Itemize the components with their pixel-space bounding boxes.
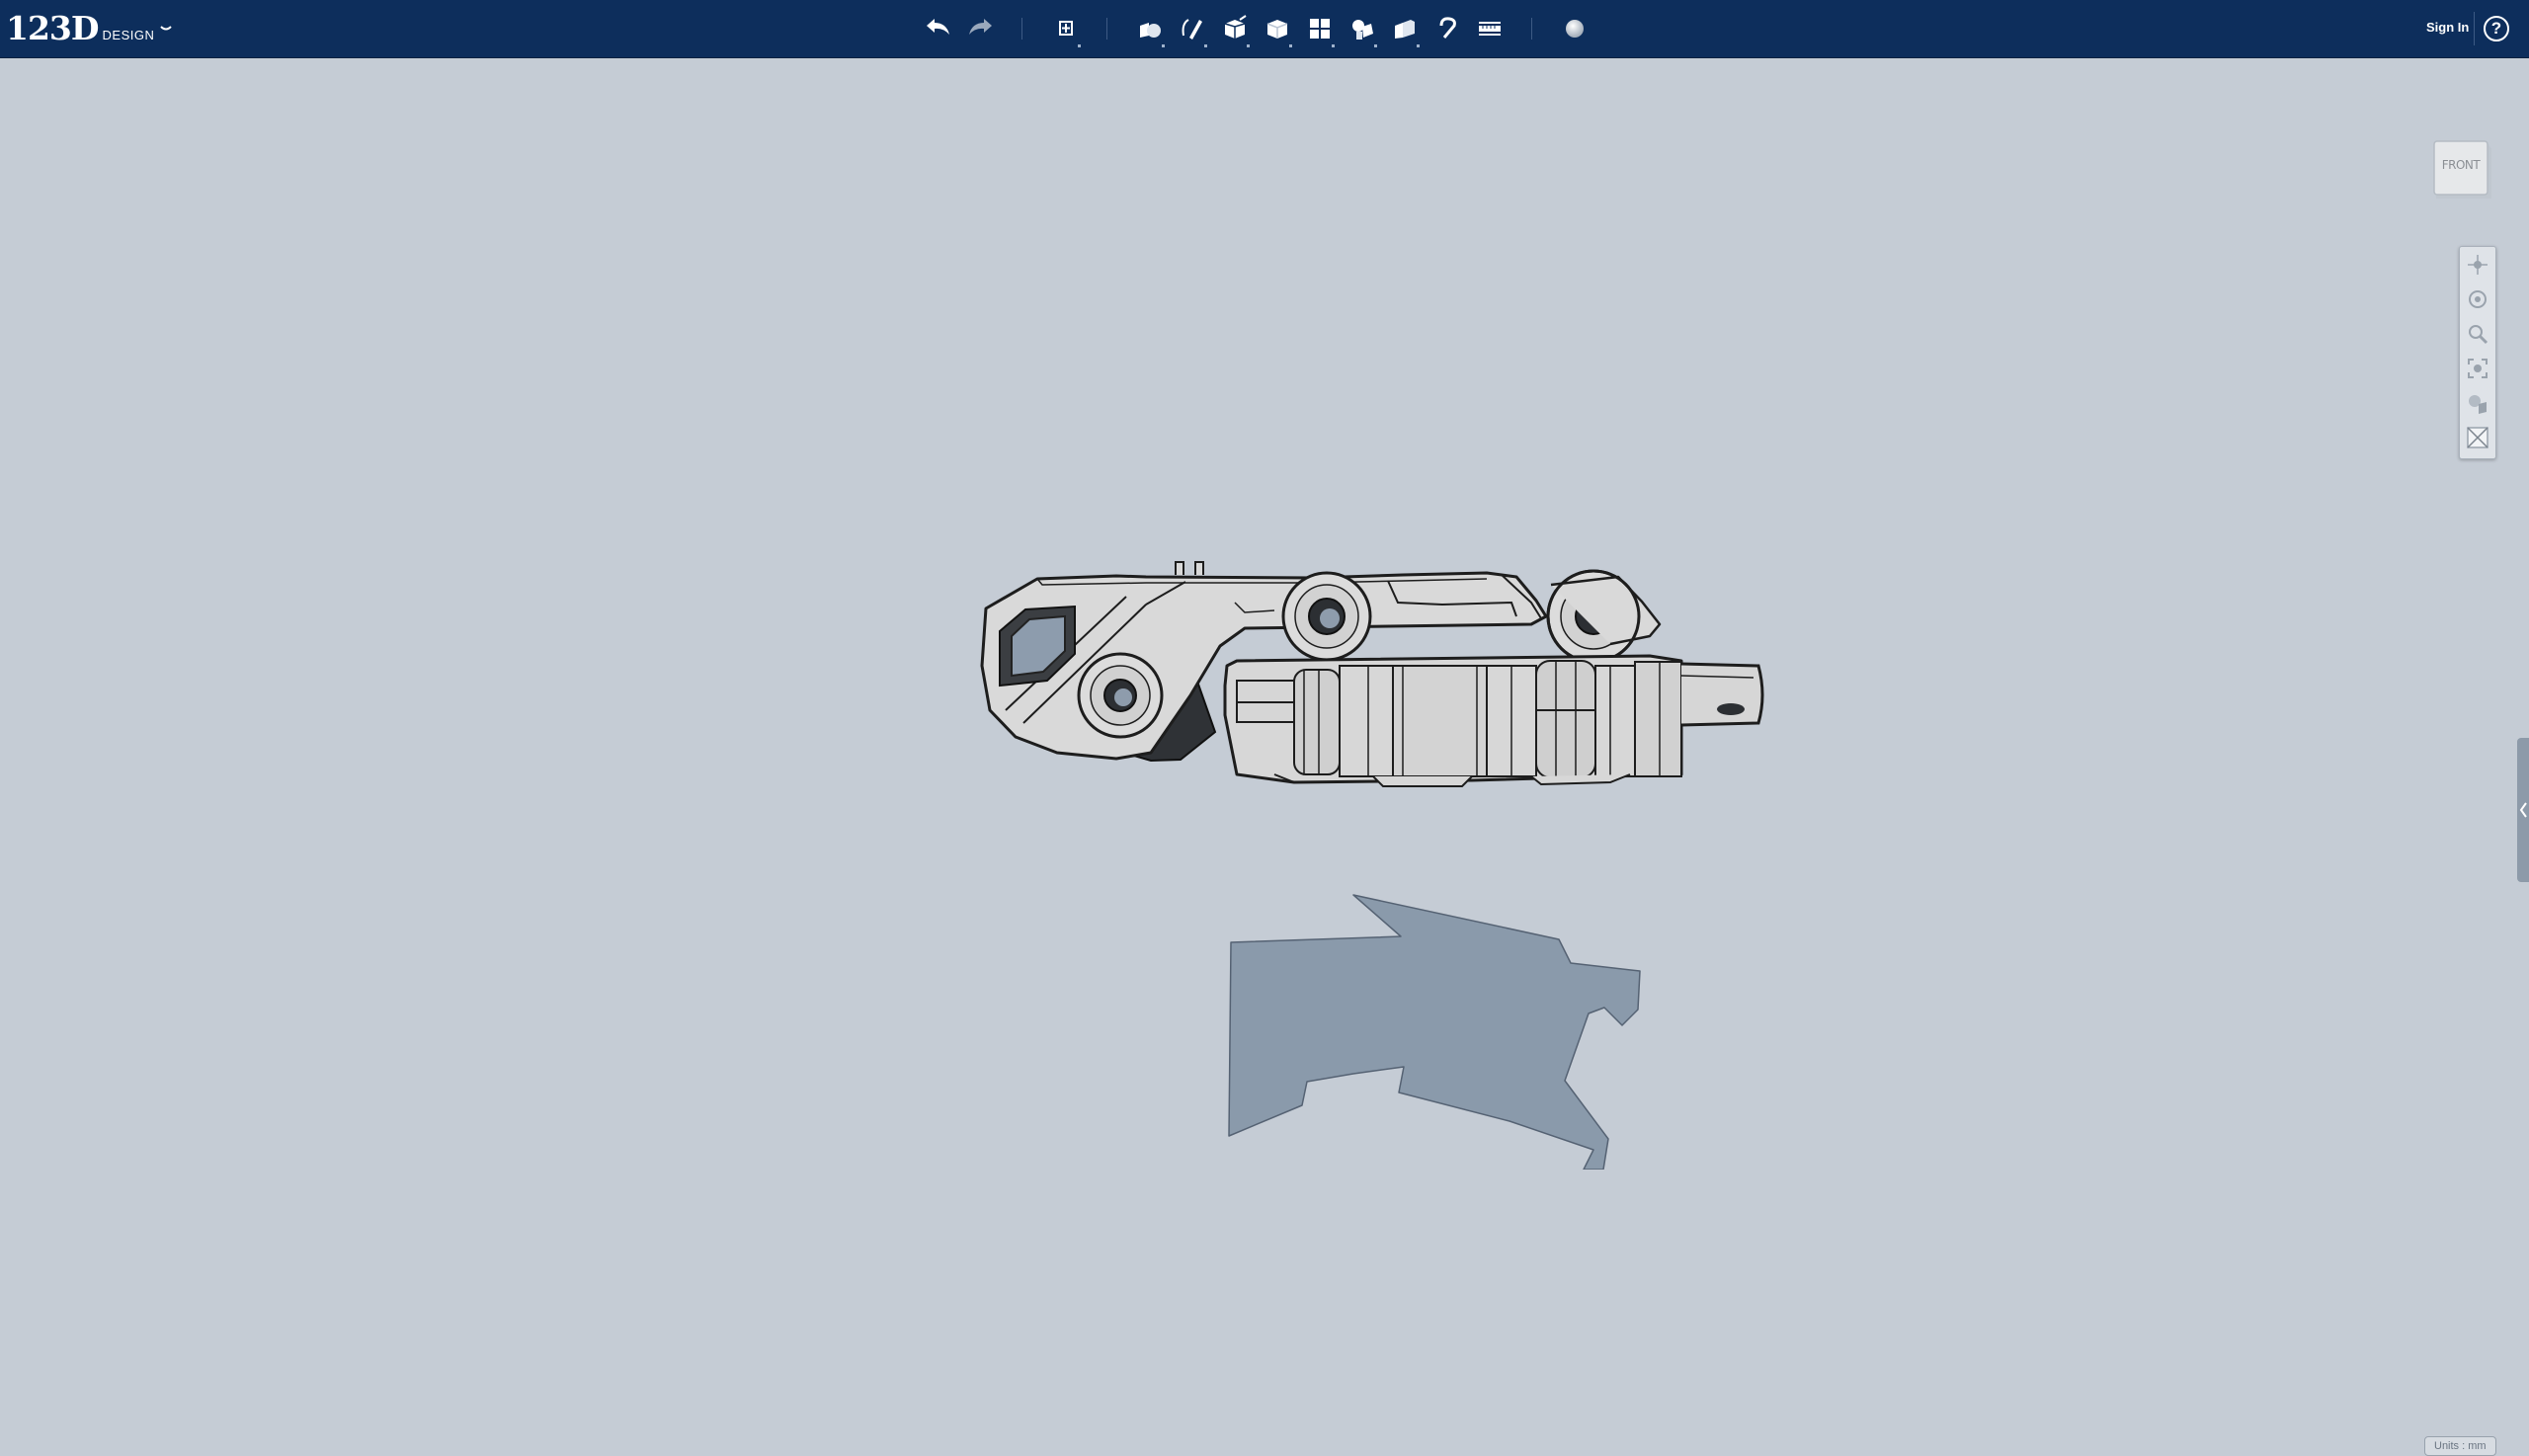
submenu-indicator <box>1078 44 1081 47</box>
measure-button[interactable] <box>1473 12 1507 45</box>
view-mode-icon <box>2469 394 2487 414</box>
submenu-indicator <box>1204 44 1207 47</box>
orbit-button[interactable] <box>2460 282 2495 316</box>
3d-viewport[interactable]: FRONT Units: mm <box>0 58 2529 1456</box>
help-icon: ? <box>2490 19 2502 38</box>
submenu-indicator <box>1289 44 1292 47</box>
submenu-indicator <box>1417 44 1420 47</box>
help-button[interactable]: ? <box>2484 16 2509 41</box>
pattern-icon <box>1310 19 1330 39</box>
view-mode-button[interactable] <box>2460 385 2495 420</box>
grid-toggle-button[interactable] <box>2460 420 2495 454</box>
material-button[interactable] <box>1558 12 1591 45</box>
grouping-icon <box>1352 20 1373 40</box>
modify-button[interactable] <box>1261 12 1294 47</box>
side-panel-toggle[interactable] <box>2517 738 2529 882</box>
transform-icon <box>1059 21 1073 36</box>
zoom-button[interactable] <box>2460 316 2495 351</box>
grid-toggle-icon <box>2467 426 2488 448</box>
redo-button[interactable] <box>964 12 998 45</box>
submenu-indicator <box>1374 44 1377 47</box>
pan-button[interactable] <box>2460 247 2495 282</box>
toolbar-divider <box>1021 18 1022 40</box>
submenu-indicator <box>1162 44 1165 47</box>
combine-icon <box>1395 20 1415 39</box>
sign-in-link[interactable]: Sign In <box>2426 20 2469 35</box>
material-icon <box>1566 20 1584 38</box>
submenu-indicator <box>1332 44 1335 47</box>
measure-icon <box>1479 22 1501 36</box>
orbit-icon <box>2469 289 2487 308</box>
brand-logo-word: DESIGN <box>102 28 155 42</box>
snap-icon <box>1439 17 1456 39</box>
construct-icon <box>1224 15 1247 39</box>
toolbar-divider <box>2474 12 2475 45</box>
chevron-left-icon <box>2519 802 2527 818</box>
undo-button[interactable] <box>921 12 954 45</box>
pattern-button[interactable] <box>1303 12 1337 47</box>
submenu-indicator <box>1247 44 1250 47</box>
navigation-bar <box>2459 246 2496 459</box>
primitives-button[interactable] <box>1133 12 1167 47</box>
sketch-profile-shape[interactable] <box>1223 834 1648 1170</box>
pan-icon <box>2468 254 2488 275</box>
viewcube-face-label: FRONT <box>2441 158 2481 172</box>
toolbar-divider <box>1106 18 1107 40</box>
primitives-icon <box>1140 23 1161 38</box>
3d-part-model[interactable] <box>978 508 1768 789</box>
redo-icon <box>969 19 992 35</box>
viewcube[interactable]: FRONT <box>2432 139 2491 199</box>
sketch-icon <box>1182 19 1202 40</box>
top-toolbar: 123D DESIGN Sign In ? <box>0 0 2529 58</box>
snap-button[interactable] <box>1430 12 1464 45</box>
sketch-button[interactable] <box>1176 12 1209 47</box>
modify-icon <box>1266 20 1288 39</box>
fit-icon <box>2468 358 2488 378</box>
construct-button[interactable] <box>1218 12 1252 47</box>
units-indicator[interactable]: Units : mm <box>2424 1436 2496 1456</box>
zoom-icon <box>2469 324 2488 344</box>
brand-logo-number: 123D <box>6 9 100 47</box>
undo-icon <box>927 19 949 35</box>
fit-button[interactable] <box>2460 351 2495 385</box>
app-menu-button[interactable]: 123D DESIGN <box>6 6 173 51</box>
transform-button[interactable] <box>1049 12 1083 47</box>
chevron-down-icon <box>160 26 173 31</box>
toolbar-divider <box>1531 18 1532 40</box>
grouping-button[interactable] <box>1346 12 1379 47</box>
combine-button[interactable] <box>1388 12 1422 47</box>
